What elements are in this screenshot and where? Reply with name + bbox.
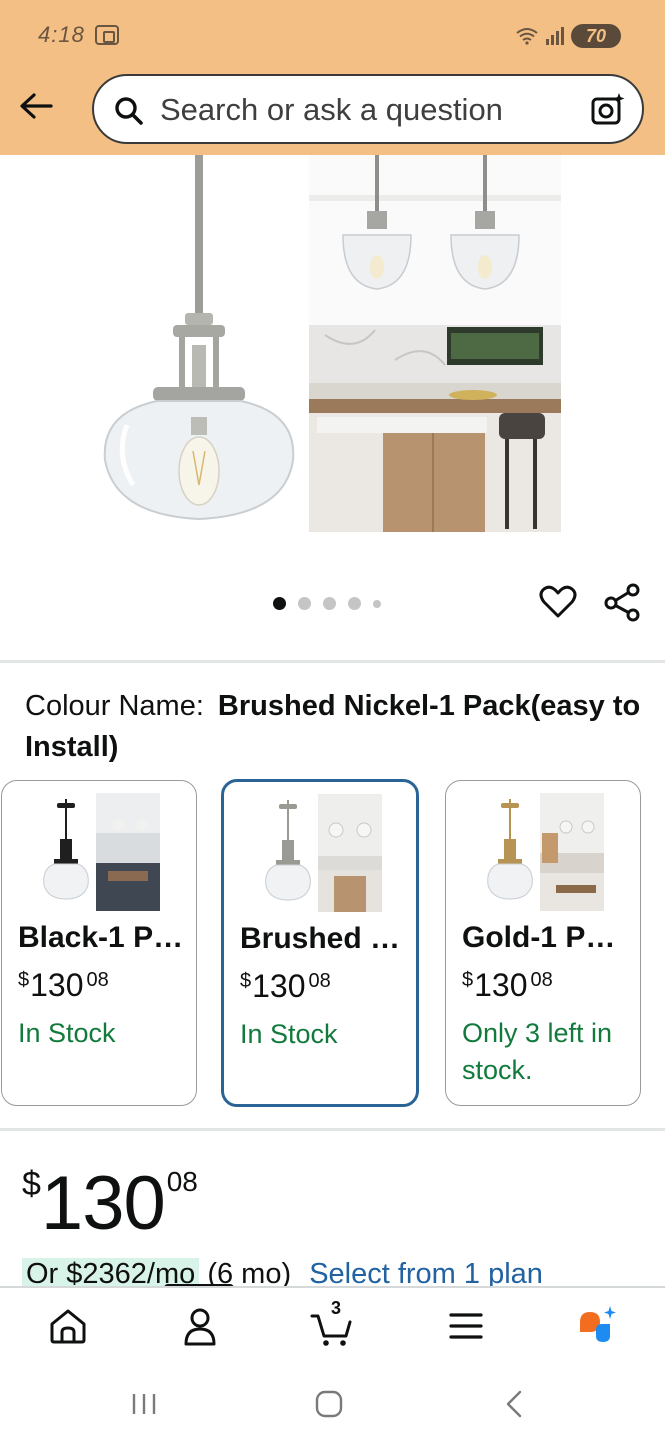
rufus-assistant-icon	[580, 1306, 616, 1342]
profile-icon	[184, 1308, 216, 1346]
colour-name-row: Colour Name: Brushed Nickel-1 Pack(easy t…	[25, 686, 650, 768]
variant-stock-status: In Stock	[18, 1018, 116, 1048]
price-currency: $	[22, 1165, 41, 1203]
installment-offer: Or $2362/mo (6 mo) Select from 1 plan	[22, 1258, 543, 1286]
screenshot-icon	[95, 25, 119, 45]
carousel-dot[interactable]	[373, 599, 381, 608]
status-time: 4:18	[38, 22, 85, 47]
share-button[interactable]	[602, 582, 642, 622]
variant-thumbnail	[487, 793, 604, 911]
price-whole: 130	[40, 1161, 166, 1246]
image-carousel-dots[interactable]	[273, 597, 381, 610]
carousel-dot[interactable]	[273, 597, 286, 610]
product-image-gallery[interactable]	[0, 155, 665, 575]
signal-icon	[546, 27, 564, 45]
kitchen-scene-image	[309, 155, 561, 532]
variant-card-brushed-nickel[interactable]: Brushed Nickel-1 Pack(easy to Install) $…	[221, 779, 419, 1107]
carousel-dot[interactable]	[298, 597, 311, 610]
nav-home[interactable]	[46, 1304, 90, 1348]
variant-stock-status: Only 3 left in stock.	[462, 1018, 613, 1085]
cart-count-badge: 3	[330, 1298, 341, 1318]
bottom-navigation: 3	[0, 1286, 665, 1364]
variant-price: $130 08	[240, 968, 331, 1004]
back-button[interactable]	[16, 86, 56, 126]
variant-name: Gold-1 Pack(easy to Install)	[462, 921, 630, 954]
variant-thumbnail	[43, 793, 160, 911]
nav-rufus[interactable]	[576, 1304, 620, 1348]
heart-icon	[539, 585, 577, 618]
home-button-icon[interactable]	[309, 1388, 349, 1420]
variant-price: $130 08	[462, 967, 553, 1003]
installment-amount: Or $2362/mo	[22, 1258, 200, 1286]
installment-plan-link[interactable]: Select from 1 plan	[309, 1258, 543, 1286]
section-divider	[0, 660, 665, 663]
variant-price: $130 08	[18, 967, 109, 1003]
nav-cart[interactable]: 3	[310, 1298, 354, 1348]
menu-icon	[449, 1313, 483, 1339]
pendant-lamp-image	[103, 155, 295, 521]
share-icon	[604, 583, 640, 622]
nav-profile[interactable]	[178, 1304, 222, 1348]
installment-term: (6 mo)	[207, 1258, 292, 1286]
product-image[interactable]	[95, 155, 565, 535]
battery-indicator: 70	[571, 24, 621, 48]
carousel-dot[interactable]	[348, 597, 361, 610]
carousel-dot[interactable]	[323, 597, 336, 610]
variant-thumbnail	[265, 794, 382, 912]
search-input[interactable]	[160, 86, 570, 134]
variant-name: Brushed Nickel-1 Pack(easy to Install)	[240, 922, 408, 955]
wishlist-button[interactable]	[538, 582, 578, 622]
search-icon	[115, 97, 143, 125]
camera-lens-icon[interactable]	[590, 91, 626, 127]
recent-apps-icon[interactable]	[124, 1388, 164, 1420]
app-header: 4:18 70	[0, 0, 665, 155]
variant-name: Black-1 Pack(easy to Install)	[18, 921, 186, 954]
wifi-icon	[516, 28, 538, 45]
price-cents: 08	[166, 1166, 198, 1197]
variant-stock-status: In Stock	[240, 1019, 338, 1049]
search-bar[interactable]	[92, 74, 644, 144]
home-icon	[50, 1309, 86, 1344]
variant-card-gold[interactable]: Gold-1 Pack(easy to Install) $13008 Only…	[445, 780, 641, 1106]
product-price: $13008	[22, 1160, 198, 1247]
variant-card-black[interactable]: Black-1 Pack(easy to Install) $13008 In …	[1, 780, 197, 1106]
section-divider	[0, 1128, 665, 1131]
colour-label: Colour Name:	[25, 690, 204, 722]
status-indicators: 70	[515, 24, 621, 48]
nav-menu[interactable]	[444, 1304, 488, 1348]
back-arrow-icon	[20, 93, 53, 119]
system-back-icon[interactable]	[496, 1388, 536, 1420]
system-navigation-bar	[0, 1364, 665, 1440]
